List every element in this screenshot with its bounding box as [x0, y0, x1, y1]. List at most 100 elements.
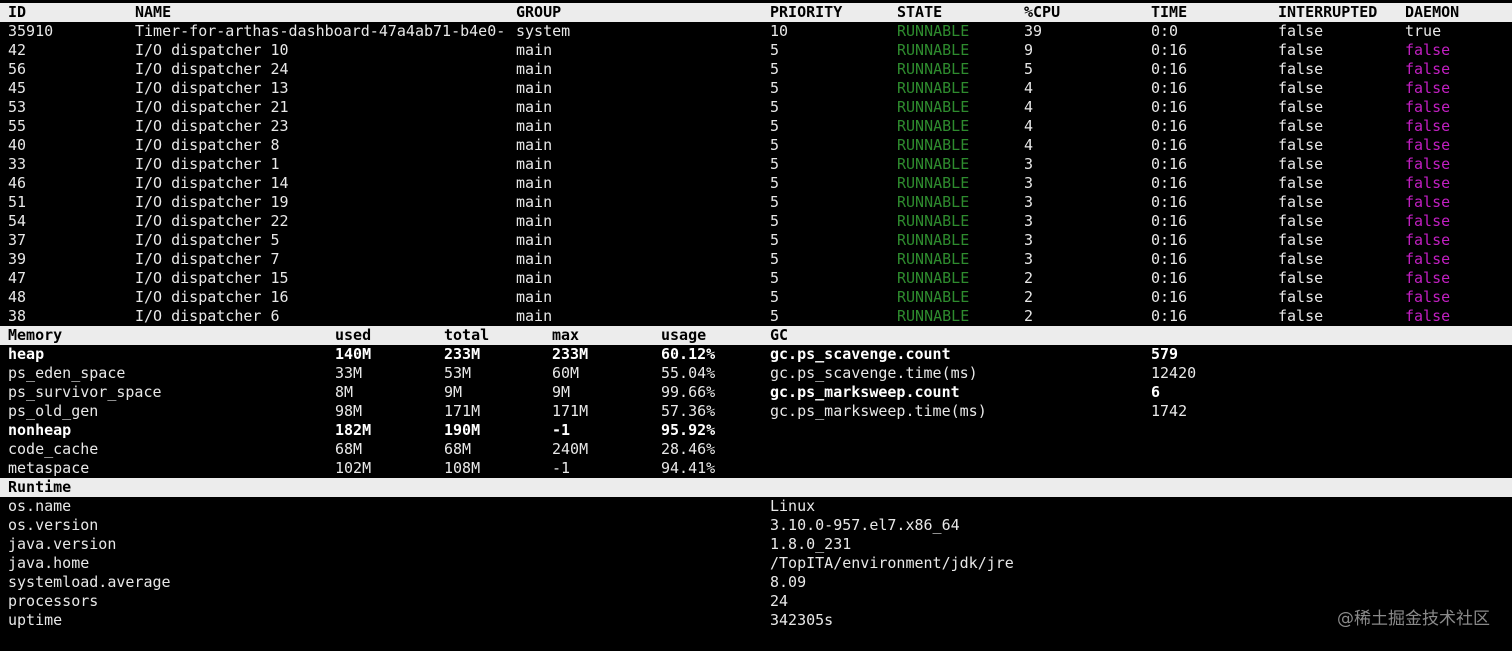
memory-row: metaspace 102M 108M -1 94.41%	[0, 459, 1512, 478]
thread-interrupted: false	[1278, 22, 1324, 40]
thread-group: main	[516, 136, 553, 154]
thread-state: RUNNABLE	[897, 250, 970, 268]
runtime-row: java.version 1.8.0_231	[0, 535, 1512, 554]
thread-interrupted: false	[1278, 174, 1324, 192]
memory-total: 53M	[444, 364, 472, 382]
thread-interrupted: false	[1278, 117, 1324, 135]
thread-id: 48	[8, 288, 27, 306]
thread-daemon: false	[1405, 79, 1451, 97]
memory-name: ps_eden_space	[8, 364, 126, 382]
runtime-row: uptime 342305s	[0, 611, 1512, 630]
thread-state: RUNNABLE	[897, 231, 970, 249]
runtime-value: /TopITA/environment/jdk/jre	[770, 554, 1014, 572]
col-state-header: STATE	[897, 3, 943, 21]
thread-daemon: false	[1405, 117, 1451, 135]
runtime-key: systemload.average	[8, 573, 171, 591]
thread-name: I/O dispatcher 21	[135, 98, 289, 116]
memory-usage: 95.92%	[661, 421, 716, 439]
memory-row: ps_eden_space 33M 53M 60M 55.04% gc.ps_scaven…	[0, 364, 1512, 383]
thread-group: main	[516, 155, 553, 173]
thread-row: 51 I/O dispatcher 19 main 5 RUNNABLE 3 0:16 fal…	[0, 193, 1512, 212]
memory-name: ps_survivor_space	[8, 383, 162, 401]
total-header: total	[444, 326, 490, 344]
thread-group: system	[516, 22, 571, 40]
thread-name: I/O dispatcher 19	[135, 193, 289, 211]
thread-cpu: 3	[1024, 231, 1034, 249]
memory-usage: 55.04%	[661, 364, 716, 382]
thread-row: 54 I/O dispatcher 22 main 5 RUNNABLE 3 0:16 fal…	[0, 212, 1512, 231]
memory-used: 33M	[335, 364, 363, 382]
thread-id: 33	[8, 155, 27, 173]
thread-group: main	[516, 193, 553, 211]
memory-max: -1	[552, 459, 571, 477]
thread-priority: 5	[770, 231, 780, 249]
thread-time: 0:16	[1151, 288, 1188, 306]
memory-total: 9M	[444, 383, 463, 401]
runtime-key: os.name	[8, 497, 72, 515]
thread-priority: 5	[770, 193, 780, 211]
runtime-table-body: os.name Linux os.version 3.10.0-957.el7.x86…	[0, 497, 1512, 630]
thread-time: 0:16	[1151, 250, 1188, 268]
thread-name: I/O dispatcher 22	[135, 212, 289, 230]
runtime-value: 3.10.0-957.el7.x86_64	[770, 516, 960, 534]
thread-state: RUNNABLE	[897, 155, 970, 173]
thread-interrupted: false	[1278, 269, 1324, 287]
thread-interrupted: false	[1278, 288, 1324, 306]
memory-usage: 99.66%	[661, 383, 716, 401]
col-cpu-header: %CPU	[1024, 3, 1061, 21]
thread-time: 0:16	[1151, 60, 1188, 78]
col-name-header: NAME	[135, 3, 172, 21]
runtime-key: os.version	[8, 516, 99, 534]
thread-daemon: false	[1405, 307, 1451, 325]
thread-time: 0:16	[1151, 117, 1188, 135]
thread-time: 0:16	[1151, 41, 1188, 59]
memory-name: metaspace	[8, 459, 90, 477]
memory-used: 8M	[335, 383, 354, 401]
thread-row: 33 I/O dispatcher 1 main 5 RUNNABLE 3 0:16 fals…	[0, 155, 1512, 174]
memory-max: 171M	[552, 402, 589, 420]
thread-group: main	[516, 79, 553, 97]
gc-key: gc.ps_scavenge.time(ms)	[770, 364, 978, 382]
thread-interrupted: false	[1278, 231, 1324, 249]
memory-name: code_cache	[8, 440, 99, 458]
thread-row: 37 I/O dispatcher 5 main 5 RUNNABLE 3 0:16 fals…	[0, 231, 1512, 250]
gc-value: 6	[1151, 383, 1161, 401]
thread-state: RUNNABLE	[897, 174, 970, 192]
gc-key: gc.ps_marksweep.time(ms)	[770, 402, 987, 420]
thread-group: main	[516, 98, 553, 116]
thread-time: 0:16	[1151, 155, 1188, 173]
thread-row: 35910 Timer-for-arthas-dashboard-47a4ab71…	[0, 22, 1512, 41]
thread-interrupted: false	[1278, 79, 1324, 97]
thread-priority: 5	[770, 288, 780, 306]
thread-id: 35910	[8, 22, 54, 40]
memory-used: 68M	[335, 440, 363, 458]
used-header: used	[335, 326, 372, 344]
thread-daemon: false	[1405, 269, 1451, 287]
col-id-header: ID	[8, 3, 27, 21]
thread-time: 0:16	[1151, 193, 1188, 211]
thread-cpu: 9	[1024, 41, 1034, 59]
col-interrupted-header: INTERRUPTED	[1278, 3, 1378, 21]
memory-total: 68M	[444, 440, 472, 458]
thread-row: 55 I/O dispatcher 23 main 5 RUNNABLE 4 0:16 fal…	[0, 117, 1512, 136]
thread-state: RUNNABLE	[897, 41, 970, 59]
memory-name: nonheap	[8, 421, 72, 439]
thread-priority: 5	[770, 307, 780, 325]
thread-row: 53 I/O dispatcher 21 main 5 RUNNABLE 4 0:16 fal…	[0, 98, 1512, 117]
thread-cpu: 3	[1024, 155, 1034, 173]
thread-time: 0:16	[1151, 79, 1188, 97]
thread-cpu: 4	[1024, 117, 1034, 135]
thread-priority: 5	[770, 212, 780, 230]
thread-cpu: 3	[1024, 193, 1034, 211]
gc-value: 1742	[1151, 402, 1188, 420]
runtime-row: java.home/TopITA/environment/jdk/jre	[0, 554, 1512, 573]
thread-id: 37	[8, 231, 27, 249]
thread-name: I/O dispatcher 7	[135, 250, 280, 268]
runtime-value: 24	[770, 592, 789, 610]
runtime-row: os.name Linux	[0, 497, 1512, 516]
thread-id: 54	[8, 212, 27, 230]
runtime-row: os.version 3.10.0-957.el7.x86_64	[0, 516, 1512, 535]
thread-state: RUNNABLE	[897, 60, 970, 78]
thread-name: I/O dispatcher 16	[135, 288, 289, 306]
thread-name: I/O dispatcher 5	[135, 231, 280, 249]
